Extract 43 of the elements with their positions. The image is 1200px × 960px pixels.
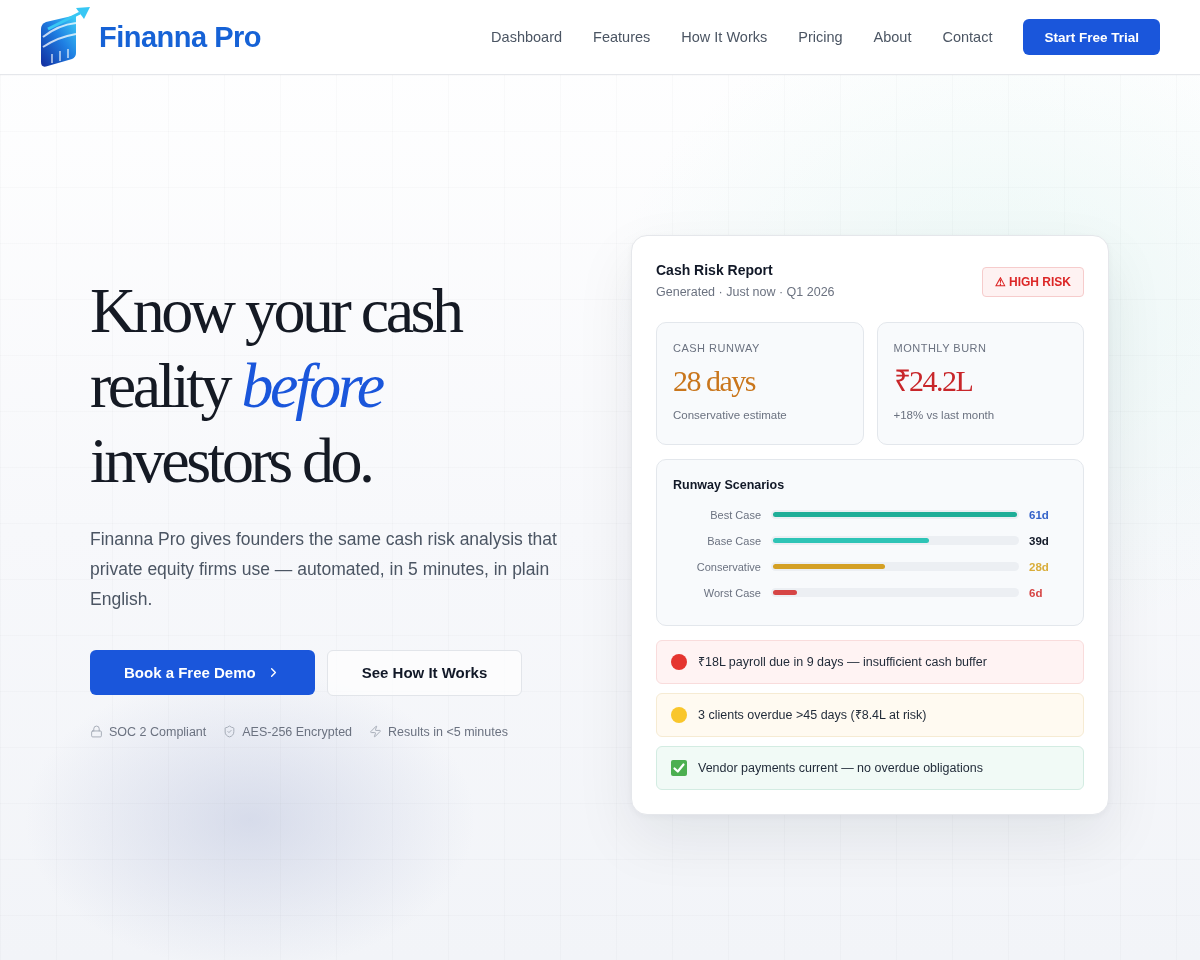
logo-icon	[40, 7, 90, 67]
scenario-days: 6d	[1029, 586, 1067, 599]
nav-link[interactable]: Contact	[942, 29, 993, 45]
brand-name[interactable]: Finanna Pro	[99, 20, 262, 54]
scenario-label: Worst Case	[703, 586, 761, 599]
checkmark-icon	[671, 759, 687, 776]
scenario-days: 39d	[1029, 534, 1067, 547]
alert-text: Vendor payments current — no overdue obligations	[698, 760, 983, 775]
hero-description: Finanna Pro gives founders the same cash risk analysis that private equity firms use — automated, in 5 minutes, in plain English.	[90, 527, 558, 611]
status-dot-icon	[671, 653, 687, 670]
scenario-days: 28d	[1029, 560, 1067, 573]
nav-link[interactable]: How It Works	[681, 29, 768, 45]
scenario-label: Best Case	[710, 508, 761, 521]
trust-label: SOC 2 Compliant	[109, 724, 207, 739]
stat-label: CASH RUNWAY	[673, 341, 760, 354]
scenario-label: Base Case	[707, 534, 761, 547]
trust-label: AES-256 Encrypted	[242, 724, 353, 739]
nav-link[interactable]: Pricing	[798, 29, 843, 45]
report-title: Cash Risk Report	[656, 261, 774, 278]
alert-text: 3 clients overdue >45 days (₹8.4L at risk)	[698, 707, 927, 723]
hero-headline: Know your cash reality before investors do.	[90, 273, 462, 498]
nav-link[interactable]: Dashboard	[491, 29, 563, 45]
report-subtitle: Generated · Just now · Q1 2026	[656, 284, 835, 299]
nav-link[interactable]: Features	[593, 29, 651, 45]
stat-label: MONTHLY BURN	[893, 341, 987, 354]
start-trial-button[interactable]: Start Free Trial	[1023, 19, 1160, 55]
stat-note: Conservative estimate	[673, 408, 787, 421]
status-dot-icon	[671, 706, 687, 723]
lightning-icon	[369, 725, 383, 738]
stat-note: +18% vs last month	[893, 408, 995, 421]
book-demo-button[interactable]: Book a Free Demo	[90, 649, 315, 695]
nav-link[interactable]: About	[873, 29, 912, 45]
risk-badge: ⚠ HIGH RISK	[981, 266, 1084, 297]
lock-icon	[90, 725, 103, 738]
stat-value: 28 days	[673, 362, 755, 399]
scenarios-title: Runway Scenarios	[673, 477, 786, 492]
stat-value: ₹24.2L	[893, 362, 973, 399]
alert-text: ₹18L payroll due in 9 days — insufficient cash buffer	[698, 654, 987, 670]
scenario-label: Conservative	[696, 560, 761, 573]
scenario-days: 61d	[1029, 508, 1067, 521]
shield-icon	[223, 725, 237, 738]
see-how-button[interactable]: See How It Works	[326, 649, 523, 696]
trust-label: Results in <5 minutes	[388, 724, 508, 739]
